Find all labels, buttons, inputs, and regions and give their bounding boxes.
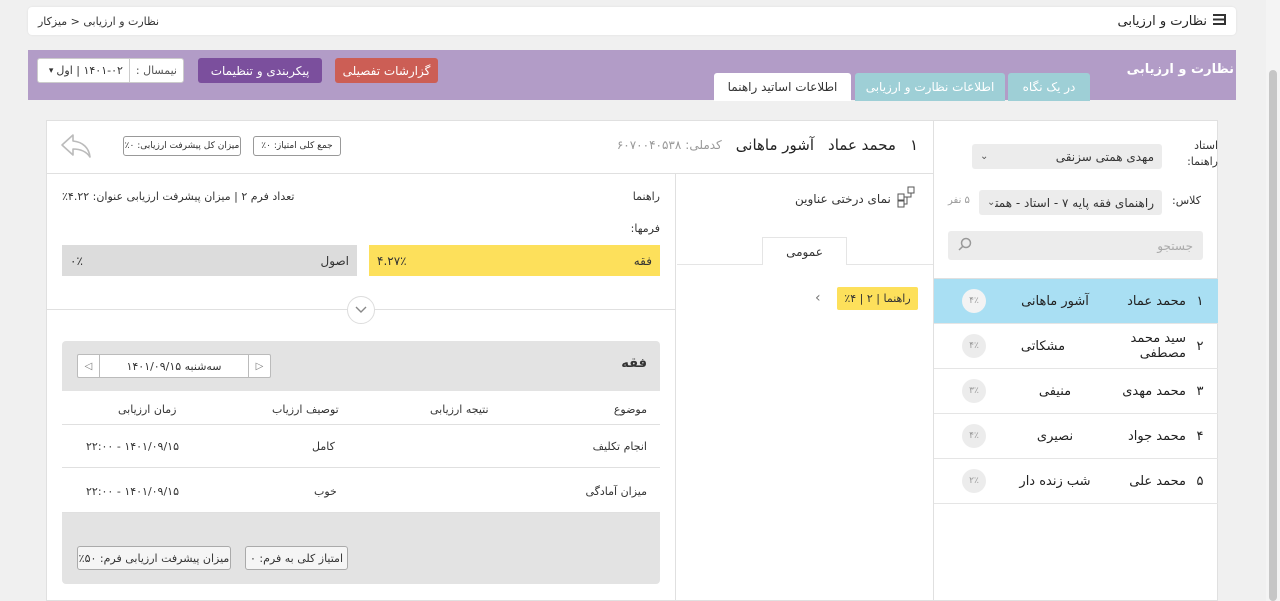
student-header: ۱ محمد عماد آشور ماهانی کدملی: ۶۰۷۰۰۴۰۵۳… xyxy=(617,136,918,154)
total-progress-pill: میزان کل پیشرفت ارزیابی: ۰٪ xyxy=(123,136,241,156)
tab-monitoring-info[interactable]: اطلاعات نظارت و ارزیابی xyxy=(855,73,1005,101)
table-cell: خوب xyxy=(314,485,337,498)
teacher-select[interactable]: مهدی همتی سزنقی ⌄ xyxy=(972,144,1162,169)
column-header: موضوع xyxy=(613,403,647,416)
table-cell: ۱۴۰۱/۰۹/۱۵ - ۲۲:۰۰ xyxy=(86,485,179,498)
form-score-button[interactable]: امتیاز کلی به فرم: ۰ xyxy=(245,546,348,570)
progress-badge: ۳٪ xyxy=(962,379,986,403)
chevron-down-icon: ⌄ xyxy=(980,151,989,162)
section-title: راهنما xyxy=(632,190,660,203)
tab-teachers-info[interactable]: اطلاعات اساتید راهنما xyxy=(714,73,851,101)
chevron-down-icon[interactable] xyxy=(347,296,375,324)
arrow-right-icon[interactable]: ▷ xyxy=(248,355,270,377)
app-title: نظارت و ارزیابی xyxy=(1117,13,1226,29)
form-bar-usul[interactable]: اصول ۰٪ xyxy=(62,245,357,276)
teacher-label: استاد راهنما: xyxy=(1187,139,1218,168)
semester-label: نیمسال : xyxy=(128,59,183,82)
progress-badge: ۴٪ xyxy=(962,424,986,448)
table-cell: انجام تکلیف xyxy=(592,440,647,453)
class-label: کلاس: xyxy=(1172,194,1201,207)
detail-reports-button[interactable]: گزارشات تفصیلی xyxy=(335,58,438,83)
date-value: سه‌شنبه ۱۴۰۱/۰۹/۱۵ xyxy=(126,359,222,373)
scrollbar-thumb[interactable] xyxy=(1269,70,1277,601)
page-title: نظارت و ارزیابی xyxy=(1126,62,1234,77)
total-score-pill: جمع کلی امتیاز: ۰٪ xyxy=(253,136,341,156)
divider xyxy=(46,173,933,174)
top-bar: نظارت و ارزیابی نظارت و ارزیابی < میزکار xyxy=(28,7,1236,35)
progress-badge: ۴٪ xyxy=(962,334,986,358)
category-tag[interactable]: راهنما | ۲ | ۴٪ xyxy=(837,287,918,310)
national-id: کدملی: ۶۰۷۰۰۴۰۵۳۸ xyxy=(616,138,722,152)
student-row[interactable]: ۴ محمد جواد نصیری ۴٪ xyxy=(934,414,1218,459)
student-number: ۱ xyxy=(909,136,918,154)
semester-value: ۱۴۰۱-۰۲ | اول xyxy=(56,64,123,77)
class-select[interactable]: راهنمای فقه پایه ۷ - استاد - همتی ⌄ xyxy=(979,190,1162,215)
search-placeholder: جستجو xyxy=(1157,238,1193,253)
column-header: توصیف ارزیاب xyxy=(272,403,339,416)
student-last-name: آشور ماهانی xyxy=(735,136,815,154)
form-panel-title: فقه xyxy=(621,356,647,371)
semester-select[interactable]: نیمسال : ۱۴۰۱-۰۲ | اول ▾ xyxy=(37,58,184,83)
search-input[interactable]: جستجو xyxy=(948,231,1203,260)
table-cell: میزان آمادگی xyxy=(585,485,647,498)
scrollbar[interactable] xyxy=(1266,0,1280,601)
student-row[interactable]: ۳ محمد مهدی منیفی ۳٪ xyxy=(934,369,1218,414)
student-row[interactable]: ۵ محمد علی شب زنده دار ۲٪ xyxy=(934,459,1218,504)
form-progress-button[interactable]: میزان پیشرفت ارزیابی فرم: ۵۰٪ xyxy=(77,546,231,570)
form-info: تعداد فرم ۲ | میزان پیشرفت ارزیابی عنوان… xyxy=(62,190,295,203)
column-header: زمان ارزیابی xyxy=(118,403,177,416)
search-icon xyxy=(958,237,972,254)
date-picker[interactable]: ◁ سه‌شنبه ۱۴۰۱/۰۹/۱۵ ▷ xyxy=(77,354,271,378)
student-row[interactable]: ۲ سید محمد مصطفی مشکاتی ۴٪ xyxy=(934,324,1218,369)
menu-icon[interactable] xyxy=(1213,13,1226,29)
student-first-name: محمد عماد xyxy=(828,136,896,154)
back-icon[interactable] xyxy=(60,133,92,162)
tree-view-label: نمای درختی عناوین xyxy=(795,191,891,206)
chevron-down-icon: ▾ xyxy=(48,65,54,76)
student-row[interactable]: ۱ محمد عماد آشور ماهانی ۴٪ xyxy=(934,279,1218,324)
student-count: ۵ نفر xyxy=(948,195,970,206)
tree-view-toggle[interactable]: نمای درختی عناوین xyxy=(795,186,915,211)
form-bar-fiqh[interactable]: فقه ۴.۲۷٪ xyxy=(369,245,660,276)
arrow-left-icon[interactable]: ◁ xyxy=(78,355,100,377)
chevron-down-icon: ⌄ xyxy=(987,197,996,208)
tree-icon xyxy=(897,186,915,211)
table-cell: کامل xyxy=(312,440,335,453)
breadcrumb[interactable]: نظارت و ارزیابی < میزکار xyxy=(38,15,159,28)
tab-general[interactable]: عمومی xyxy=(762,237,847,265)
settings-button[interactable]: پیکربندی و تنظیمات xyxy=(198,58,322,83)
progress-badge: ۲٪ xyxy=(962,469,986,493)
progress-badge: ۴٪ xyxy=(962,289,986,313)
column-header: نتیجه ارزیابی xyxy=(430,403,489,416)
class-value: راهنمای فقه پایه ۷ - استاد - همتی xyxy=(995,195,1154,210)
teacher-value: مهدی همتی سزنقی xyxy=(1055,149,1154,164)
tab-at-a-glance[interactable]: در یک نگاه xyxy=(1008,73,1090,101)
table-cell: ۱۴۰۱/۰۹/۱۵ - ۲۲:۰۰ xyxy=(86,440,179,453)
chevron-left-icon[interactable]: ‹ xyxy=(815,290,821,306)
forms-label: فرمها: xyxy=(630,222,660,235)
divider xyxy=(675,173,676,601)
